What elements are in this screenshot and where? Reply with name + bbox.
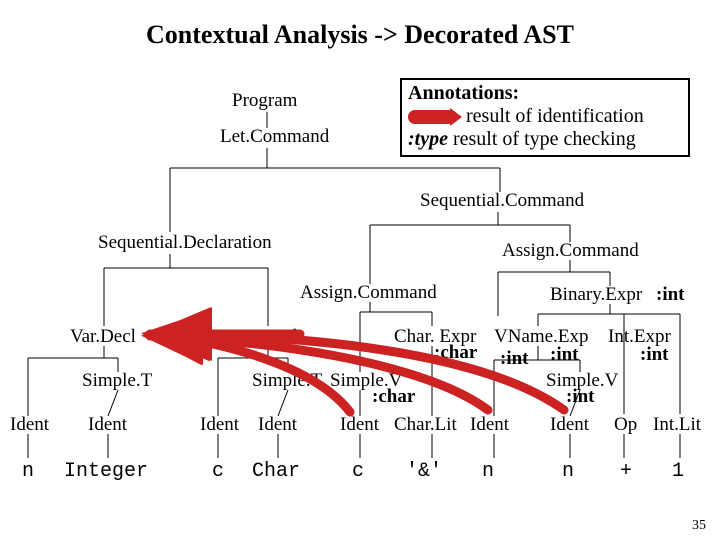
node-sequential-declaration: Sequential.Declaration — [98, 232, 272, 254]
page-number: 35 — [692, 518, 706, 534]
leaf-c-2: c — [352, 460, 364, 483]
leaf-n-1: n — [22, 460, 34, 483]
node-simple-t-2: Simple.T — [252, 370, 322, 392]
identification-arrow-icon — [408, 110, 456, 124]
annotations-heading: Annotations: — [408, 82, 682, 105]
node-var-decl-1: Var.Decl — [70, 326, 136, 348]
node-op: Op — [614, 414, 637, 436]
node-ident-1: Ident — [10, 414, 49, 436]
leaf-amp: '&' — [406, 460, 442, 483]
node-assign-command-right: Assign.Command — [502, 240, 639, 262]
page-title: Contextual Analysis -> Decorated AST — [0, 20, 720, 50]
anno-int-expr-int: :int — [640, 344, 669, 366]
node-ident-5: Ident — [340, 414, 379, 436]
leaf-char: Char — [252, 460, 300, 483]
node-ident-3: Ident — [200, 414, 239, 436]
leaf-integer: Integer — [64, 460, 148, 483]
leaf-plus: + — [620, 460, 632, 483]
annotations-type-text: result of type checking — [448, 128, 636, 150]
leaf-c-1: c — [212, 460, 224, 483]
node-ident-6: Ident — [470, 414, 509, 436]
node-int-lit: Int.Lit — [653, 414, 701, 436]
node-simple-t-1: Simple.T — [82, 370, 152, 392]
leaf-n-3: n — [562, 460, 574, 483]
anno-vname-int-2: :int — [550, 344, 579, 366]
node-let-command: Let.Command — [220, 126, 329, 148]
node-binary-expr: Binary.Expr — [550, 284, 642, 306]
node-sequential-command: Sequential.Command — [420, 190, 584, 212]
anno-simplev2-int: :int — [566, 386, 595, 408]
node-ident-4: Ident — [258, 414, 297, 436]
anno-binary-expr-int: :int — [656, 284, 685, 306]
leaf-n-2: n — [482, 460, 494, 483]
node-char-lit: Char.Lit — [394, 414, 457, 436]
node-var-decl-2: Var.Decl — [232, 326, 298, 348]
annotations-identification: result of identification — [466, 105, 644, 128]
node-program: Program — [232, 90, 297, 112]
leaf-one: 1 — [672, 460, 684, 483]
anno-vname-int-1: :int — [500, 348, 529, 370]
node-ident-2: Ident — [88, 414, 127, 436]
annotations-type-prefix: :type — [408, 128, 448, 150]
annotations-box: Annotations: result of identification :t… — [400, 78, 690, 157]
node-ident-7: Ident — [550, 414, 589, 436]
anno-simplev1-char: :char — [372, 386, 415, 408]
anno-char-expr-char: :char — [434, 342, 477, 364]
node-assign-command-left: Assign.Command — [300, 282, 437, 304]
